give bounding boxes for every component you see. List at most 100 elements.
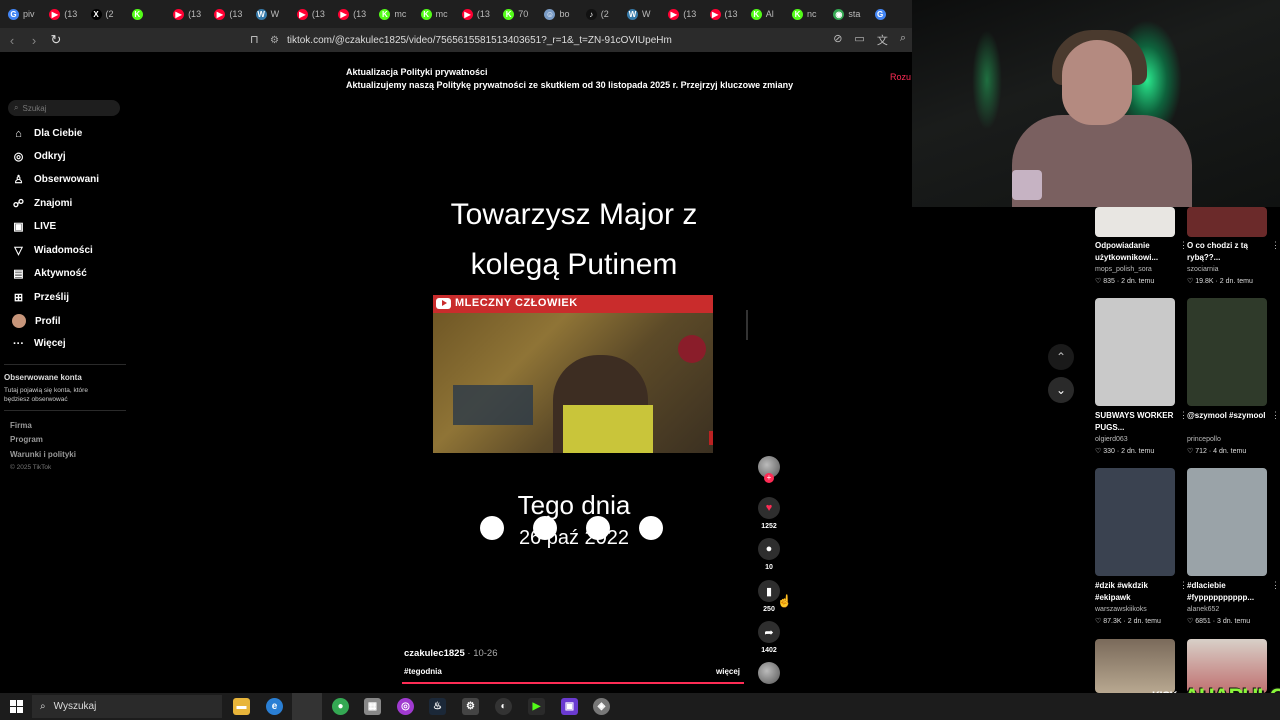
video-card-title[interactable]: SUBWAYS WORKER PUGS... — [1095, 410, 1179, 434]
video-author[interactable]: czakulec1825 · 10-26 — [404, 648, 498, 659]
kebab-menu-icon[interactable]: ⋮ — [1271, 580, 1280, 591]
author-name[interactable]: czakulec1825 — [404, 648, 465, 659]
video-thumbnail[interactable] — [1095, 639, 1175, 693]
sidebar-item-znajomi[interactable]: ☍ Znajomi — [12, 197, 72, 210]
video-card-title[interactable]: #dlaciebie #fypppppppppp... — [1187, 580, 1271, 604]
video-scroll-handle[interactable] — [746, 310, 748, 340]
sidebar-item-więcej[interactable]: ··· Więcej — [12, 337, 66, 350]
chrome-icon[interactable]: ● — [332, 698, 349, 715]
browser-tab[interactable]: ♪ (2 — [582, 3, 623, 25]
url-field[interactable]: tiktok.com/@czakulec1825/video/756561558… — [287, 35, 672, 46]
site-settings-icon[interactable]: ⚙ — [270, 35, 279, 46]
browser-tab[interactable]: ▶ (13 — [458, 3, 499, 25]
comment-action[interactable]: ● 10 — [758, 538, 780, 571]
reload-icon[interactable]: ↻ — [46, 30, 66, 50]
browser-tab[interactable]: K — [128, 3, 169, 25]
heart-icon[interactable]: ♥ — [758, 497, 780, 519]
browser-tab[interactable]: Gpiv — [4, 3, 45, 25]
no-tracking-icon[interactable]: ⊘ — [833, 32, 842, 48]
video-hashtag[interactable]: #tegodnia — [404, 667, 442, 676]
sidebar-item-wiadomości[interactable]: ▽ Wiadomości — [12, 244, 93, 257]
video-card-title[interactable]: Odpowiadanie użytkownikowi... — [1095, 240, 1179, 264]
bookmark-icon[interactable]: ⊓ — [250, 33, 259, 46]
app-icon[interactable]: ▣ — [561, 698, 578, 715]
comment-icon[interactable]: ● — [758, 538, 780, 560]
video-card-user[interactable]: alanek652 — [1187, 606, 1219, 613]
video-thumbnail[interactable] — [1095, 207, 1175, 237]
edge-icon[interactable]: e — [266, 698, 283, 715]
browser-tab[interactable]: Knc — [788, 3, 829, 25]
video-card-user[interactable]: olgierd063 — [1095, 436, 1128, 443]
browser-tab[interactable]: Kmc — [417, 3, 458, 25]
sidebar-item-profil[interactable]: Profil — [12, 314, 61, 328]
video-thumbnail[interactable] — [1187, 207, 1267, 237]
browser-tab[interactable]: ▶ (13 — [210, 3, 251, 25]
sidebar-search-input[interactable]: ⌕ Szukaj — [8, 100, 120, 116]
previous-video-button[interactable]: ⌃ — [1048, 344, 1074, 370]
translate-icon[interactable]: 文 — [877, 32, 888, 48]
browser-tab[interactable]: ▶ (13 — [664, 3, 705, 25]
video-card-title[interactable]: O co chodzi z tą rybą??... — [1187, 240, 1271, 264]
video-progress-bar[interactable] — [402, 682, 744, 684]
settings-icon[interactable]: ⚙ — [462, 698, 479, 715]
footer-link-program[interactable]: Program — [10, 435, 43, 444]
browser-tab[interactable]: Kmc — [375, 3, 416, 25]
next-video-button[interactable]: ⌄ — [1048, 377, 1074, 403]
kick-app-icon[interactable]: ▶ — [528, 698, 545, 715]
browser-tab[interactable]: ◉ sta — [829, 3, 870, 25]
video-card-user[interactable]: szociarnia — [1187, 266, 1219, 273]
file-explorer-icon[interactable]: ▬ — [233, 698, 250, 715]
footer-link-company[interactable]: Firma — [10, 421, 32, 430]
sidebar-item-live[interactable]: ▣ LIVE — [12, 220, 56, 233]
sidebar-item-aktywność[interactable]: ▤ Aktywność — [12, 267, 87, 280]
follow-plus-icon[interactable]: + — [764, 473, 774, 483]
browser-tab[interactable]: G — [871, 3, 912, 25]
taskbar-search-input[interactable]: ⌕ Wyszukaj — [32, 695, 222, 718]
browser-tab[interactable]: ▶ (13 — [293, 3, 334, 25]
back-icon[interactable]: ‹ — [2, 30, 22, 50]
video-thumbnail[interactable] — [1095, 298, 1175, 406]
forward-icon[interactable]: › — [24, 30, 44, 50]
windows-start-icon[interactable] — [10, 700, 23, 713]
music-disc-icon[interactable] — [758, 662, 780, 684]
video-card-user[interactable]: mops_polish_sora — [1095, 266, 1152, 273]
browser-tab[interactable]: WW — [252, 3, 293, 25]
sidebar-item-prześlij[interactable]: ⊞ Prześlij — [12, 291, 69, 304]
app-icon[interactable]: ◈ — [593, 698, 610, 715]
kebab-menu-icon[interactable]: ⋮ — [1271, 410, 1280, 421]
browser-tab[interactable]: K Al — [747, 3, 788, 25]
video-card-title[interactable]: #dzik #wkdzik #ekipawk — [1095, 580, 1179, 604]
banner-dismiss-button[interactable]: Rozu — [890, 72, 911, 82]
footer-link-terms[interactable]: Warunki i polityki — [10, 450, 76, 459]
sidebar-item-dla-ciebie[interactable]: ⌂ Dla Ciebie — [12, 127, 82, 140]
sidebar-item-obserwowani[interactable]: ♙ Obserwowani — [12, 173, 99, 186]
sidebar-item-odkryj[interactable]: ◎ Odkryj — [12, 150, 66, 163]
browser-tab[interactable]: X (2 — [87, 3, 128, 25]
obs-icon[interactable]: ◎ — [397, 698, 414, 715]
video-card-user[interactable]: warszawskiikoks — [1095, 606, 1147, 613]
music-disc[interactable] — [758, 662, 780, 684]
kebab-menu-icon[interactable]: ⋮ — [1271, 240, 1280, 251]
cast-icon[interactable]: ▭ — [854, 32, 864, 48]
browser-tab[interactable]: ☺ bo — [540, 3, 581, 25]
video-thumbnail[interactable] — [1095, 468, 1175, 576]
video-card-title[interactable]: @szymool #szymool — [1187, 410, 1271, 422]
zoom-icon[interactable]: ⌕ — [900, 32, 906, 48]
browser-tab[interactable]: ▶ (13 — [334, 3, 375, 25]
browser-tab[interactable]: ▶ (13 — [169, 3, 210, 25]
like-action[interactable]: ♥ 1252 — [758, 497, 780, 530]
video-thumbnail[interactable] — [1187, 468, 1267, 576]
more-button[interactable]: więcej — [716, 667, 740, 676]
browser-tab[interactable]: WW — [623, 3, 664, 25]
app-icon[interactable]: ▦ — [364, 698, 381, 715]
steam-icon[interactable]: ♨ — [429, 698, 446, 715]
share-action[interactable]: ➦ 1402 — [758, 621, 780, 654]
browser-tab[interactable]: ▶ (13 — [45, 3, 86, 25]
video-thumbnail[interactable] — [1187, 298, 1267, 406]
app-icon[interactable]: ◐ — [495, 698, 512, 715]
browser-tab[interactable]: K 70 — [499, 3, 540, 25]
creator-avatar[interactable]: + — [758, 456, 780, 483]
video-card-user[interactable]: princepollo — [1187, 436, 1221, 443]
share-icon[interactable]: ➦ — [758, 621, 780, 643]
browser-tab[interactable]: ▶ (13 — [706, 3, 747, 25]
